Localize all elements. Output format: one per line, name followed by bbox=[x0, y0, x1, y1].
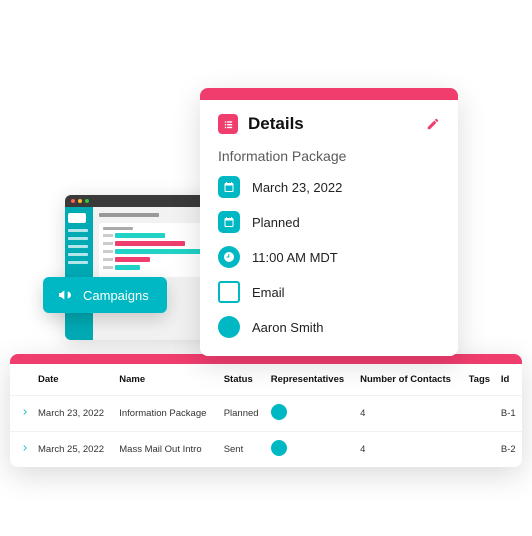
campaigns-nav-label: Campaigns bbox=[83, 288, 149, 303]
cell-id: B-1 bbox=[497, 396, 522, 432]
campaigns-table-panel: Date Name Status Representatives Number … bbox=[10, 354, 522, 467]
cell-contacts: 4 bbox=[356, 432, 464, 468]
mail-icon bbox=[218, 281, 240, 303]
col-tags[interactable]: Tags bbox=[465, 364, 497, 396]
cell-reps bbox=[267, 432, 356, 468]
detail-row-time: 11:00 AM MDT bbox=[218, 246, 440, 268]
col-reps[interactable]: Representatives bbox=[267, 364, 356, 396]
cell-tags bbox=[465, 432, 497, 468]
cell-reps bbox=[267, 396, 356, 432]
details-topbar-accent bbox=[200, 88, 458, 100]
cell-contacts: 4 bbox=[356, 396, 464, 432]
detail-method-value: Email bbox=[252, 285, 285, 300]
table-header-row: Date Name Status Representatives Number … bbox=[10, 364, 522, 396]
calendar-icon bbox=[218, 211, 240, 233]
cell-name: Information Package bbox=[115, 396, 219, 432]
rep-avatar-dot bbox=[271, 404, 287, 420]
detail-status-value: Planned bbox=[252, 215, 300, 230]
col-id[interactable]: Id bbox=[497, 364, 522, 396]
person-icon bbox=[218, 316, 240, 338]
detail-date-value: March 23, 2022 bbox=[252, 180, 342, 195]
details-subtitle: Information Package bbox=[200, 144, 458, 176]
cell-date: March 25, 2022 bbox=[34, 432, 115, 468]
chevron-right-icon[interactable] bbox=[20, 407, 30, 417]
col-status[interactable]: Status bbox=[220, 364, 267, 396]
calendar-icon bbox=[218, 176, 240, 198]
col-contacts[interactable]: Number of Contacts bbox=[356, 364, 464, 396]
list-icon bbox=[218, 114, 238, 134]
megaphone-icon bbox=[57, 287, 73, 303]
campaigns-table: Date Name Status Representatives Number … bbox=[10, 364, 522, 467]
details-card: Details Information Package March 23, 20… bbox=[200, 88, 458, 356]
cell-tags bbox=[465, 396, 497, 432]
campaigns-nav-pill[interactable]: Campaigns bbox=[43, 277, 167, 313]
cell-status: Sent bbox=[220, 432, 267, 468]
edit-icon[interactable] bbox=[426, 117, 440, 131]
cell-status: Planned bbox=[220, 396, 267, 432]
rep-avatar-dot bbox=[271, 440, 287, 456]
bg-sidebar bbox=[65, 207, 93, 340]
table-row[interactable]: March 25, 2022 Mass Mail Out Intro Sent … bbox=[10, 432, 522, 468]
cell-id: B-2 bbox=[497, 432, 522, 468]
detail-row-method: Email bbox=[218, 281, 440, 303]
cell-name: Mass Mail Out Intro bbox=[115, 432, 219, 468]
detail-row-status: Planned bbox=[218, 211, 440, 233]
cell-date: March 23, 2022 bbox=[34, 396, 115, 432]
col-name[interactable]: Name bbox=[115, 364, 219, 396]
detail-owner-value: Aaron Smith bbox=[252, 320, 324, 335]
detail-row-date: March 23, 2022 bbox=[218, 176, 440, 198]
col-date[interactable]: Date bbox=[34, 364, 115, 396]
details-title: Details bbox=[248, 114, 416, 134]
detail-row-owner: Aaron Smith bbox=[218, 316, 440, 338]
detail-time-value: 11:00 AM MDT bbox=[252, 250, 338, 265]
table-row[interactable]: March 23, 2022 Information Package Plann… bbox=[10, 396, 522, 432]
clock-icon bbox=[218, 246, 240, 268]
chevron-right-icon[interactable] bbox=[20, 443, 30, 453]
